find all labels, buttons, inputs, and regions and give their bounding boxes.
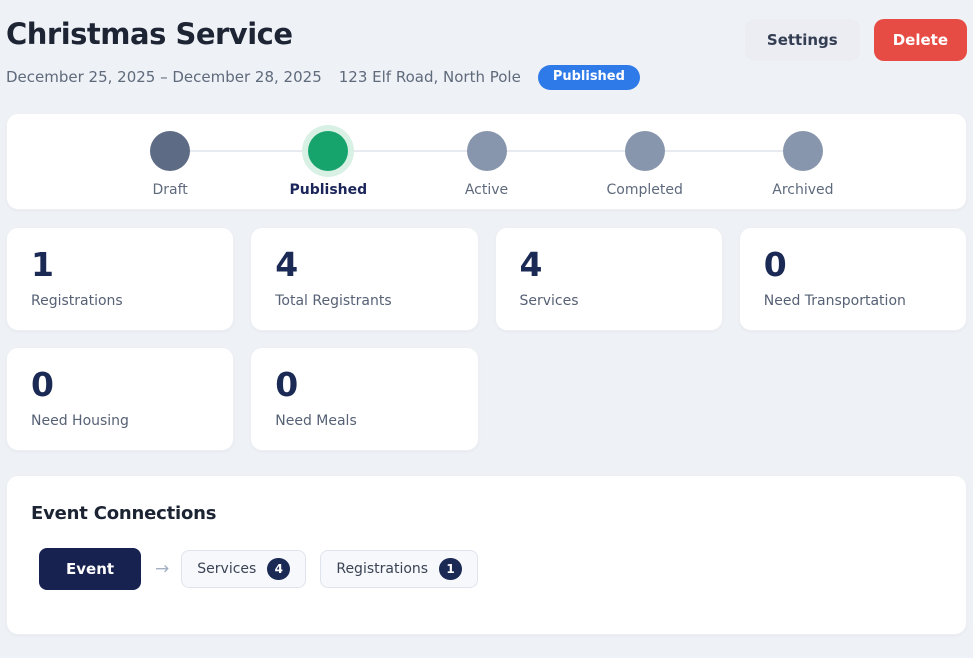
stepper-step-archived: Archived: [724, 131, 882, 198]
stepper-step-draft: Draft: [91, 131, 249, 198]
stat-label: Registrations: [31, 293, 209, 309]
stat-label: Need Housing: [31, 413, 209, 429]
page-header: Christmas Service December 25, 2025 – De…: [6, 18, 967, 90]
status-stepper-card: Draft Published Active Completed Archive…: [6, 113, 967, 210]
registrations-count-badge: 1: [439, 558, 462, 580]
step-label: Active: [465, 182, 508, 198]
header-left: Christmas Service December 25, 2025 – De…: [6, 18, 640, 90]
event-meta-row: December 25, 2025 – December 28, 2025 12…: [6, 65, 640, 89]
page-title: Christmas Service: [6, 18, 640, 51]
stepper-step-published: Published: [249, 131, 407, 198]
stat-card-need-transportation: 0 Need Transportation: [739, 227, 967, 331]
stat-label: Need Meals: [275, 413, 453, 429]
stat-value: 1: [31, 248, 209, 281]
stat-value: 4: [520, 248, 698, 281]
stat-value: 0: [764, 248, 942, 281]
event-node-button[interactable]: Event: [39, 548, 141, 590]
step-circle-icon: [150, 131, 190, 171]
stat-card-need-meals: 0 Need Meals: [250, 347, 478, 451]
event-location: 123 Elf Road, North Pole: [339, 68, 521, 86]
arrow-right-icon: →: [155, 559, 169, 579]
stat-value: 4: [275, 248, 453, 281]
delete-button[interactable]: Delete: [874, 19, 967, 61]
stat-label: Need Transportation: [764, 293, 942, 309]
stat-label: Total Registrants: [275, 293, 453, 309]
step-circle-icon: [467, 131, 507, 171]
header-actions: Settings Delete: [745, 19, 967, 61]
step-circle-icon: [783, 131, 823, 171]
step-label: Published: [289, 182, 367, 198]
stat-card-services: 4 Services: [495, 227, 723, 331]
step-label: Completed: [607, 182, 683, 198]
event-connections-card: Event Connections Event → Services 4 Reg…: [6, 475, 967, 635]
stats-grid: 1 Registrations 4 Total Registrants 4 Se…: [6, 227, 967, 451]
registrations-chip[interactable]: Registrations 1: [320, 550, 478, 588]
step-circle-icon: [308, 131, 348, 171]
stat-card-registrations: 1 Registrations: [6, 227, 234, 331]
stat-value: 0: [275, 368, 453, 401]
event-detail-page: Christmas Service December 25, 2025 – De…: [0, 0, 973, 647]
settings-button[interactable]: Settings: [745, 19, 860, 61]
stat-card-total-registrants: 4 Total Registrants: [250, 227, 478, 331]
stepper-step-completed: Completed: [566, 131, 724, 198]
services-count-badge: 4: [267, 558, 290, 580]
event-connections-title: Event Connections: [31, 503, 942, 524]
status-badge: Published: [538, 65, 640, 89]
stat-label: Services: [520, 293, 698, 309]
chip-label: Services: [197, 561, 256, 577]
event-date-range: December 25, 2025 – December 28, 2025: [6, 68, 322, 86]
stat-value: 0: [31, 368, 209, 401]
stepper-step-active: Active: [407, 131, 565, 198]
step-label: Draft: [152, 182, 187, 198]
step-label: Archived: [772, 182, 833, 198]
chip-label: Registrations: [336, 561, 428, 577]
connections-flow-row: Event → Services 4 Registrations 1: [31, 548, 942, 590]
status-stepper: Draft Published Active Completed Archive…: [91, 131, 882, 198]
stat-card-need-housing: 0 Need Housing: [6, 347, 234, 451]
step-circle-icon: [625, 131, 665, 171]
services-chip[interactable]: Services 4: [181, 550, 306, 588]
